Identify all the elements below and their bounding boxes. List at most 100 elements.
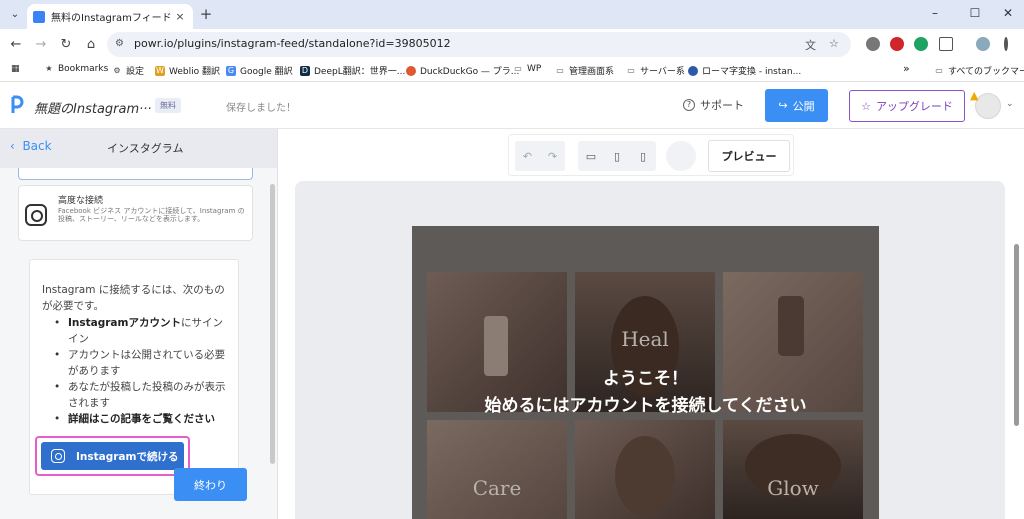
welcome-line-1: ようこそ！ bbox=[603, 369, 688, 389]
new-tab-icon[interactable]: + bbox=[197, 5, 215, 23]
bookmark-item[interactable]: ローマ字変換 - instan... bbox=[688, 64, 801, 77]
bookmarks-bar: ▦ ★ Bookmarks ⚙ 設定 W Weblio 翻訳 G Google 翻訳 D… bbox=[0, 60, 1024, 82]
save-status: 保存しました！ bbox=[226, 103, 296, 114]
powr-logo-icon bbox=[11, 95, 24, 113]
folder-icon: ▭ bbox=[627, 65, 635, 75]
mobile-icon[interactable]: ▯ bbox=[634, 150, 652, 163]
welcome-line-2: 始めるにはアカウントを接続してください bbox=[484, 396, 807, 416]
site-info-icon[interactable]: ⚙ bbox=[115, 38, 129, 51]
bookmark-star-icon[interactable]: ☆ bbox=[829, 37, 839, 50]
folder-icon: ▭ bbox=[935, 65, 943, 75]
photo-label: Glow bbox=[767, 476, 819, 500]
tab-search-icon[interactable]: ⌄ bbox=[6, 5, 24, 23]
back-arrow-icon[interactable]: ← bbox=[7, 36, 25, 54]
connection-option-card[interactable] bbox=[18, 168, 253, 180]
maximize-icon[interactable]: ☐ bbox=[965, 6, 985, 20]
advanced-connection-title: 高度な接続 bbox=[58, 196, 104, 206]
done-button[interactable]: 終わり bbox=[174, 468, 247, 501]
list-item: アカウントは公開されている必要があります bbox=[54, 347, 232, 379]
weblio-icon: W bbox=[155, 65, 165, 76]
background-color-button[interactable] bbox=[666, 141, 696, 171]
instagram-business-icon bbox=[25, 204, 47, 226]
bookmark-folder[interactable]: ▭ サーバー系 bbox=[626, 64, 685, 78]
back-link[interactable]: ‹ Back bbox=[10, 139, 52, 153]
duckduckgo-icon bbox=[406, 65, 416, 76]
stage-scrollbar[interactable] bbox=[1014, 244, 1019, 426]
translate-icon[interactable]: 文 bbox=[805, 37, 816, 53]
share-arrow-icon: ↪ bbox=[778, 99, 788, 112]
panel-scrollbar[interactable] bbox=[270, 184, 275, 464]
reload-icon[interactable]: ↻ bbox=[57, 36, 75, 54]
forward-arrow-icon[interactable]: → bbox=[32, 36, 50, 54]
bookmark-item[interactable]: G Google 翻訳 bbox=[226, 64, 293, 77]
bookmark-item[interactable]: DuckDuckGo — プラ... bbox=[406, 64, 519, 77]
window-close-icon[interactable]: ✕ bbox=[998, 6, 1018, 20]
minimize-icon[interactable]: – bbox=[925, 6, 945, 20]
folder-icon: ▭ bbox=[514, 64, 522, 73]
connect-requirements-lead: Instagram に接続するには、次のものが必要です。 bbox=[42, 284, 225, 312]
instagram-feed-placeholder: Heal Care Glow ようこそ！ 始めるにはアカウントを接続してください bbox=[412, 226, 879, 519]
avatar[interactable] bbox=[975, 93, 1001, 119]
plugin-title[interactable]: 無題のInstagram··· bbox=[34, 98, 152, 117]
all-bookmarks-folder[interactable]: ▭すべてのブックマーク bbox=[934, 64, 1024, 78]
photo-label: Care bbox=[472, 476, 522, 500]
romaji-icon bbox=[688, 65, 698, 76]
preview-stage: Heal Care Glow ようこそ！ 始めるにはアカウントを接続してください bbox=[295, 181, 1019, 519]
browser-tab-strip: ⌄ 無料のInstagramフィードソフトウェア × + – ☐ ✕ bbox=[0, 0, 1024, 29]
support-link[interactable]: ? サポート bbox=[683, 97, 744, 113]
extensions-puzzle-icon[interactable] bbox=[939, 37, 953, 51]
deepl-icon: D bbox=[300, 65, 310, 76]
panel-header: ‹ Back インスタグラム bbox=[0, 129, 277, 168]
bookmark-item[interactable]: W Weblio 翻訳 bbox=[155, 64, 220, 77]
app-header: 無題のInstagram··· 無料 保存しました！ ? サポート ↪ 公開 ☆… bbox=[0, 83, 1024, 129]
list-item[interactable]: 詳細はこの記事をご覧ください bbox=[54, 411, 232, 427]
profile-icon[interactable] bbox=[976, 37, 990, 51]
warning-icon: ▲ bbox=[970, 89, 979, 102]
chrome-menu-icon[interactable] bbox=[1004, 37, 1008, 51]
address-bar[interactable]: ⚙ powr.io/plugins/instagram-feed/standal… bbox=[107, 32, 851, 57]
undo-icon[interactable]: ↶ bbox=[519, 150, 537, 163]
advanced-connection-card[interactable]: 高度な接続 Facebook ビジネス アカウントに接続して、Instagram… bbox=[18, 185, 253, 241]
bookmark-item[interactable]: ⚙ 設定 bbox=[112, 64, 144, 78]
google-translate-icon: G bbox=[226, 65, 236, 76]
plan-badge: 無料 bbox=[155, 98, 181, 113]
connect-instagram-button[interactable]: Instagramで続ける bbox=[41, 442, 184, 470]
bookmark-item[interactable]: ★ Bookmarks bbox=[44, 64, 108, 74]
preview-button[interactable]: プレビュー bbox=[708, 140, 790, 172]
bookmark-folder[interactable]: ▭ 管理画面系 bbox=[555, 64, 614, 78]
preview-canvas: ↶ ↷ ▭ ▯ ▯ プレビュー Heal Care Glow ようこそ！ 始める… bbox=[279, 129, 1024, 519]
bookmark-folder[interactable]: ▭ WP bbox=[513, 64, 541, 74]
browser-toolbar: ← → ↻ ⌂ ⚙ powr.io/plugins/instagram-feed… bbox=[0, 29, 1024, 60]
bookmarks-overflow-icon[interactable]: » bbox=[903, 62, 910, 75]
folder-icon: ▭ bbox=[556, 65, 564, 75]
hand-shape bbox=[615, 436, 675, 516]
publish-button[interactable]: ↪ 公開 bbox=[765, 89, 828, 122]
star-outline-icon: ☆ bbox=[861, 99, 871, 113]
feed-photo bbox=[427, 420, 567, 519]
requirements-list: Instagramアカウントにサインイン アカウントは公開されている必要がありま… bbox=[54, 315, 232, 427]
device-switcher: ▭ ▯ ▯ bbox=[578, 141, 656, 171]
desktop-icon[interactable]: ▭ bbox=[582, 150, 600, 163]
list-item: あなたが投稿した投稿のみが表示されます bbox=[54, 379, 232, 411]
star-icon: ★ bbox=[45, 64, 53, 73]
upgrade-button[interactable]: ☆ アップグレード bbox=[849, 90, 965, 122]
list-item: Instagramアカウントにサインイン bbox=[54, 315, 232, 347]
extension-icon[interactable] bbox=[914, 37, 928, 51]
bottle-shape bbox=[778, 296, 804, 356]
extension-icon[interactable] bbox=[890, 37, 904, 51]
welcome-message: ようこそ！ 始めるにはアカウントを接続してください bbox=[412, 366, 879, 420]
tablet-icon[interactable]: ▯ bbox=[608, 150, 626, 163]
redo-icon[interactable]: ↷ bbox=[544, 150, 562, 163]
help-icon: ? bbox=[683, 99, 695, 111]
home-icon[interactable]: ⌂ bbox=[82, 36, 100, 54]
gear-icon: ⚙ bbox=[113, 65, 121, 75]
bookmark-item[interactable]: D DeepL翻訳：世界一... bbox=[300, 64, 405, 77]
tab-close-icon[interactable]: × bbox=[173, 10, 187, 23]
chevron-down-icon[interactable]: ⌄ bbox=[1006, 99, 1014, 109]
apps-grid-icon[interactable]: ▦ bbox=[11, 64, 20, 74]
instagram-icon bbox=[51, 449, 65, 463]
browser-tab[interactable]: 無料のInstagramフィードソフトウェア × bbox=[27, 4, 193, 29]
url-text[interactable]: powr.io/plugins/instagram-feed/standalon… bbox=[134, 37, 451, 50]
photo-label: Heal bbox=[621, 327, 669, 351]
extension-icon[interactable] bbox=[866, 37, 880, 51]
